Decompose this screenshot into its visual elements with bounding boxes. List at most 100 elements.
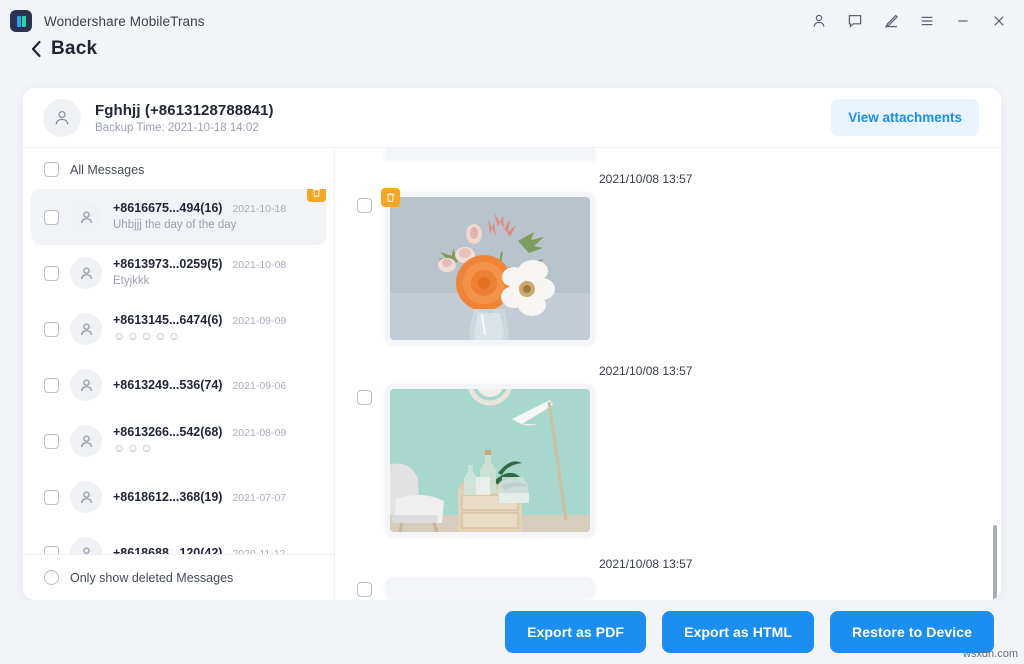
conversation-checkbox[interactable] [44,378,59,393]
message-row[interactable] [357,384,985,537]
conversation-preview: ☺☺☺☺☺ [113,329,182,343]
avatar [70,257,102,289]
message-bubble-partial [385,148,595,160]
message-timestamp: 2021/10/08 13:57 [357,557,985,571]
account-icon[interactable] [810,12,828,30]
message-photo-flower-bouquet[interactable] [390,197,590,340]
message-checkbox[interactable] [357,582,372,597]
list-item[interactable]: +8613145...6474(6) 2021-09-09 ☺☺☺☺☺ [31,301,326,357]
avatar [70,537,102,554]
conversation-number: +8613973...0259(5) [113,257,222,271]
back-label: Back [51,38,97,60]
person-icon [78,489,95,506]
message-bubble[interactable] [385,384,595,537]
menu-hamburger-icon[interactable] [918,12,936,30]
conversation-number: +8618612...368(19) [113,490,222,504]
list-item[interactable]: +8616675...494(16) 2021-10-18 Uhbjjj the… [31,189,326,245]
only-show-deleted-row[interactable]: Only show deleted Messages [23,554,334,600]
person-icon [78,433,95,450]
person-icon [78,209,95,226]
message-thread[interactable]: 2021/10/08 13:57 [335,148,1001,600]
all-messages-row[interactable]: All Messages [23,148,334,189]
message-timestamp: 2021/10/08 13:57 [357,172,985,186]
list-item[interactable]: +8618612...368(19) 2021-07-07 [31,469,326,525]
all-messages-label: All Messages [70,163,144,177]
watermark: wsxdn.com [963,648,1018,660]
conversation-preview: Uhbjjj the day of the day [113,219,236,231]
person-icon [78,377,95,394]
conversation-list[interactable]: +8616675...494(16) 2021-10-18 Uhbjjj the… [23,189,334,554]
avatar [70,201,102,233]
message-row[interactable] [357,192,985,345]
app-logo-icon [10,10,32,32]
avatar [70,425,102,457]
close-icon[interactable] [990,12,1008,30]
conversation-number: +8613249...536(74) [113,378,222,392]
conversation-checkbox[interactable] [44,210,59,225]
conversation-sidebar: All Messages +8616675...494(16) 2021-10-… [23,148,335,600]
conversation-preview: ☺☺☺ [113,441,154,455]
conversation-date: 2021-10-08 [232,259,286,271]
restore-to-device-button[interactable]: Restore to Device [830,611,994,653]
conversation-date: 2021-09-09 [232,315,286,327]
message-row-partial-top [357,148,985,160]
message-bubble-partial[interactable] [385,577,595,599]
avatar [70,369,102,401]
conversation-checkbox[interactable] [44,434,59,449]
conversation-checkbox[interactable] [44,490,59,505]
person-icon [78,265,95,282]
conversation-checkbox[interactable] [44,546,59,555]
message-row-partial-bottom[interactable] [357,577,985,599]
chevron-left-icon [30,40,42,58]
contact-name: Fghhjj (+8613128788841) [95,102,274,119]
conversation-number: +8613266...542(68) [113,425,222,439]
avatar [43,99,81,137]
person-icon [52,108,72,128]
conversation-date: 2021-08-09 [232,427,286,439]
message-checkbox[interactable] [357,198,372,213]
conversation-preview: Etyjkkk [113,275,149,287]
list-item[interactable]: +8613249...536(74) 2021-09-06 [31,357,326,413]
message-bubble[interactable] [385,192,595,345]
avatar [70,481,102,513]
chat-scrollbar[interactable] [993,525,997,600]
feedback-icon[interactable] [846,12,864,30]
trash-icon [311,189,322,198]
conversation-date: 2021-07-07 [232,492,286,504]
minimize-icon[interactable] [954,12,972,30]
all-messages-checkbox[interactable] [44,162,59,177]
deleted-badge-icon [307,189,326,202]
trash-icon [385,192,396,203]
conversation-checkbox[interactable] [44,266,59,281]
avatar [70,313,102,345]
export-as-pdf-button[interactable]: Export as PDF [505,611,646,653]
person-icon [78,545,95,555]
back-button[interactable]: Back [30,38,97,60]
only-show-deleted-label: Only show deleted Messages [70,571,233,585]
conversation-date: 2020-11-12 [232,548,285,554]
conversation-date: 2021-09-06 [232,380,286,392]
list-item[interactable]: +8618688...120(42) 2020-11-12 [31,525,326,554]
edit-pen-icon[interactable] [882,12,900,30]
message-checkbox[interactable] [357,390,372,405]
title-bar: Wondershare MobileTrans [0,0,1024,42]
conversation-number: +8616675...494(16) [113,201,222,215]
person-icon [78,321,95,338]
export-as-html-button[interactable]: Export as HTML [662,611,814,653]
conversation-date: 2021-10-18 [232,203,286,215]
message-timestamp: 2021/10/08 13:57 [357,364,985,378]
only-show-deleted-toggle[interactable] [44,570,59,585]
message-photo-mint-interior-room[interactable] [390,389,590,532]
list-item[interactable]: +8613266...542(68) 2021-08-09 ☺☺☺ [31,413,326,469]
list-item[interactable]: +8613973...0259(5) 2021-10-08 Etyjkkk [31,245,326,301]
conversation-card: Fghhjj (+8613128788841) Backup Time: 202… [23,88,1001,600]
deleted-badge-icon [381,188,400,207]
app-title: Wondershare MobileTrans [44,14,205,29]
backup-time: Backup Time: 2021-10-18 14:02 [95,122,274,134]
window-controls [810,12,1012,30]
action-bar: Export as PDF Export as HTML Restore to … [0,600,1024,664]
contact-header: Fghhjj (+8613128788841) Backup Time: 202… [23,88,1001,148]
conversation-number: +8613145...6474(6) [113,313,222,327]
view-attachments-button[interactable]: View attachments [831,99,979,136]
conversation-checkbox[interactable] [44,322,59,337]
